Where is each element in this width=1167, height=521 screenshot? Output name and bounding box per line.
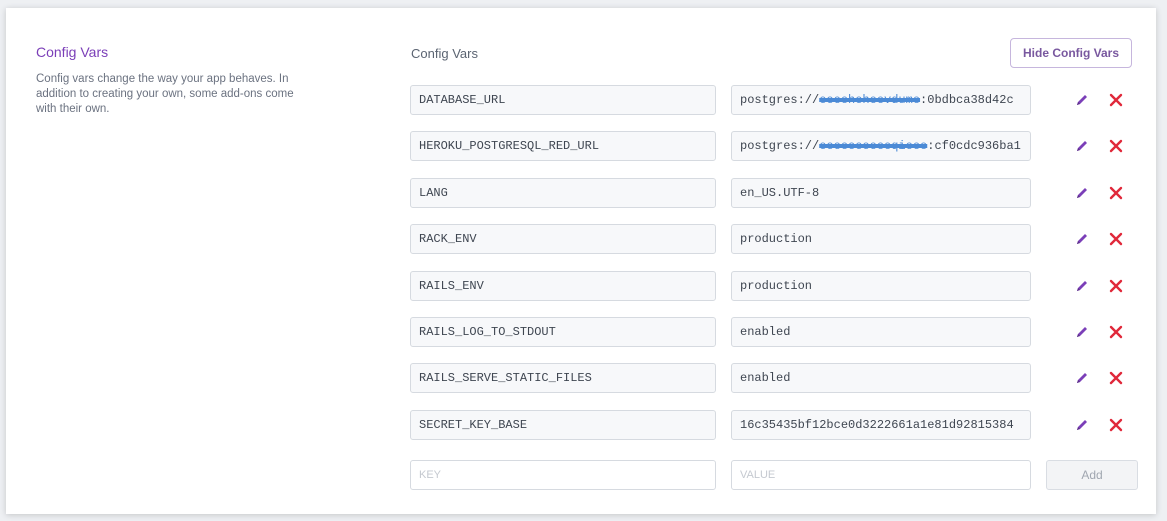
config-var-value-suffix: :0bdbca38d42c (920, 93, 1014, 107)
new-config-var-row: Add (410, 460, 1138, 494)
new-key-input[interactable] (410, 460, 716, 490)
config-var-key[interactable]: HEROKU_POSTGRESQL_RED_URL (410, 131, 716, 161)
config-var-value[interactable]: production (731, 271, 1031, 301)
close-icon[interactable] (1107, 277, 1125, 295)
close-icon[interactable] (1107, 137, 1125, 155)
close-icon[interactable] (1107, 369, 1125, 387)
close-icon[interactable] (1107, 323, 1125, 341)
hide-config-vars-button[interactable]: Hide Config Vars (1010, 38, 1132, 68)
config-var-key[interactable]: SECRET_KEY_BASE (410, 410, 716, 440)
config-var-value[interactable]: postgres://eeeeeeeeeeqieee:cf0cdc936ba1 (731, 131, 1031, 161)
config-vars-panel: Config Vars Config vars change the way y… (6, 8, 1156, 514)
pencil-icon[interactable] (1073, 323, 1091, 341)
config-var-key-text: RACK_ENV (419, 232, 477, 246)
config-var-key[interactable]: LANG (410, 178, 716, 208)
config-var-key-text: RAILS_ENV (419, 279, 484, 293)
section-title: Config Vars (36, 44, 109, 60)
config-var-row: RAILS_SERVE_STATIC_FILES enabled (410, 363, 1135, 397)
config-var-value-prefix: enabled (740, 371, 791, 385)
config-var-value[interactable]: 16c35435bf12bce0d3222661a1e81d92815384 (731, 410, 1031, 440)
pencil-icon[interactable] (1073, 184, 1091, 202)
pencil-icon[interactable] (1073, 416, 1091, 434)
pencil-icon[interactable] (1073, 137, 1091, 155)
config-var-row: RAILS_ENV production (410, 271, 1135, 305)
config-var-value-redacted: eeeeeeeeeeqieee (819, 139, 928, 153)
close-icon[interactable] (1107, 416, 1125, 434)
config-var-value-prefix: production (740, 279, 813, 293)
config-var-key[interactable]: DATABASE_URL (410, 85, 716, 115)
config-var-key[interactable]: RAILS_ENV (410, 271, 716, 301)
close-icon[interactable] (1107, 230, 1125, 248)
config-var-row: RACK_ENV production (410, 224, 1135, 258)
config-var-row: RAILS_LOG_TO_STDOUT enabled (410, 317, 1135, 351)
config-var-value-prefix: postgres:// (740, 139, 820, 153)
config-var-value[interactable]: enabled (731, 317, 1031, 347)
config-vars-heading: Config Vars (411, 46, 478, 61)
close-icon[interactable] (1107, 91, 1125, 109)
config-var-key-text: SECRET_KEY_BASE (419, 418, 528, 432)
config-var-value-prefix: production (740, 232, 813, 246)
config-var-value[interactable]: enabled (731, 363, 1031, 393)
config-var-key[interactable]: RAILS_LOG_TO_STDOUT (410, 317, 716, 347)
pencil-icon[interactable] (1073, 91, 1091, 109)
pencil-icon[interactable] (1073, 277, 1091, 295)
config-var-value-redacted: eeeeheheevdume (819, 93, 921, 107)
config-var-value-prefix: 16c35435bf12bce0d3222661a1e81d92815384 (740, 418, 1014, 432)
config-var-value-suffix: :cf0cdc936ba1 (927, 139, 1021, 153)
config-var-key[interactable]: RAILS_SERVE_STATIC_FILES (410, 363, 716, 393)
config-var-value-prefix: enabled (740, 325, 791, 339)
close-icon[interactable] (1107, 184, 1125, 202)
config-var-row: HEROKU_POSTGRESQL_RED_URL postgres://eee… (410, 131, 1135, 165)
config-var-key[interactable]: RACK_ENV (410, 224, 716, 254)
config-var-row: SECRET_KEY_BASE 16c35435bf12bce0d3222661… (410, 410, 1135, 444)
config-var-row: LANG en_US.UTF-8 (410, 178, 1135, 212)
config-var-key-text: DATABASE_URL (419, 93, 506, 107)
config-var-row: DATABASE_URL postgres://eeeeheheevdume:0… (410, 85, 1135, 119)
config-var-value[interactable]: postgres://eeeeheheevdume:0bdbca38d42c (731, 85, 1031, 115)
config-var-value-prefix: postgres:// (740, 93, 820, 107)
config-var-value[interactable]: production (731, 224, 1031, 254)
config-var-key-text: HEROKU_POSTGRESQL_RED_URL (419, 139, 600, 153)
config-var-key-text: LANG (419, 186, 448, 200)
pencil-icon[interactable] (1073, 369, 1091, 387)
config-var-key-text: RAILS_LOG_TO_STDOUT (419, 325, 556, 339)
config-var-value-prefix: en_US.UTF-8 (740, 186, 820, 200)
add-button[interactable]: Add (1046, 460, 1138, 490)
new-value-input[interactable] (731, 460, 1031, 490)
pencil-icon[interactable] (1073, 230, 1091, 248)
config-var-value[interactable]: en_US.UTF-8 (731, 178, 1031, 208)
section-description: Config vars change the way your app beha… (36, 73, 294, 115)
config-var-key-text: RAILS_SERVE_STATIC_FILES (419, 371, 592, 385)
